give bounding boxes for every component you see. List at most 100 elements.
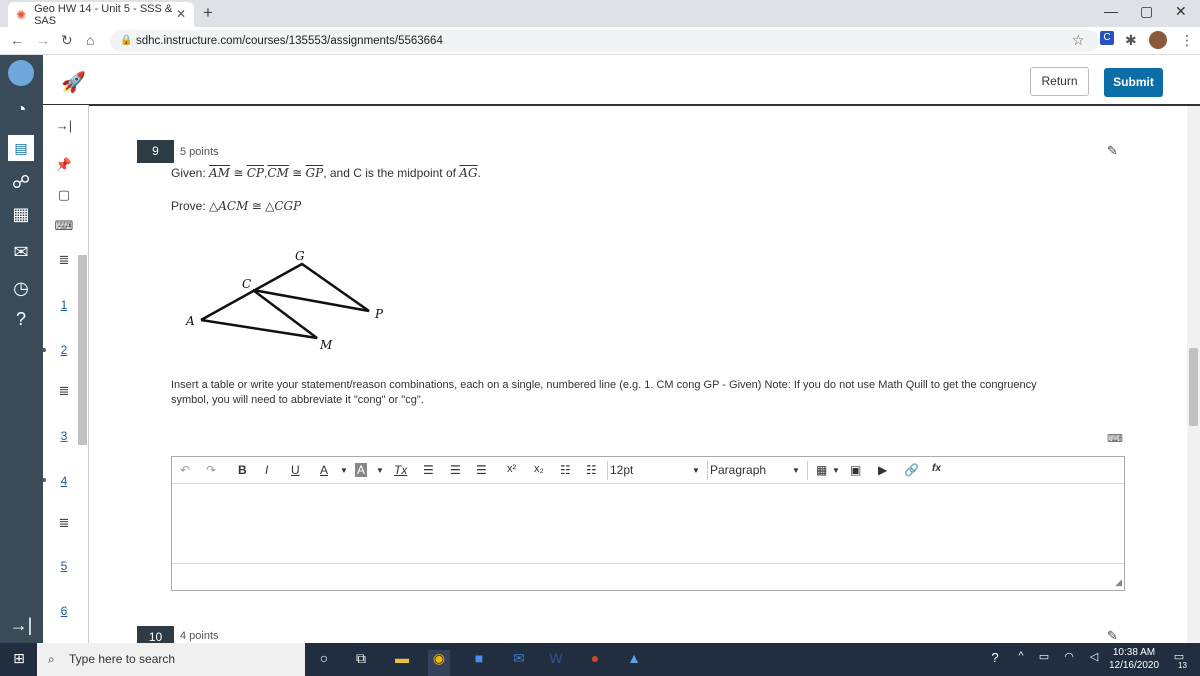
dashboard-icon[interactable]: ◔ xyxy=(8,96,34,122)
file-explorer-icon[interactable]: ▬ xyxy=(391,650,413,666)
photos-icon[interactable]: ▲ xyxy=(623,650,645,666)
question-list-icon[interactable]: ≣ xyxy=(50,383,78,399)
question-nav-item[interactable]: 5 xyxy=(50,559,78,573)
table-caret-icon[interactable]: ▼ xyxy=(832,466,840,475)
question-points: 4 points xyxy=(180,630,219,642)
back-arrow-icon[interactable]: ← xyxy=(10,32,24,48)
question-list-icon[interactable]: ≣ xyxy=(50,252,78,268)
text-color-caret-icon[interactable]: ▼ xyxy=(340,466,348,475)
given-statement: Given: AM ≅ CP,CM ≅ GP, and C is the mid… xyxy=(171,166,481,180)
underline-button[interactable]: U xyxy=(291,463,300,477)
math-equation-button[interactable]: fx xyxy=(932,463,941,474)
url-text: sdhc.instructure.com/courses/135553/assi… xyxy=(136,35,443,47)
submit-button[interactable]: Submit xyxy=(1104,68,1163,97)
search-icon: ⌕ xyxy=(48,652,55,666)
new-tab-button[interactable]: + xyxy=(203,3,213,23)
table-icon[interactable]: ▦ xyxy=(816,463,827,477)
return-button[interactable]: Return xyxy=(1030,67,1089,96)
tray-expand-icon[interactable]: ^ xyxy=(1010,650,1032,662)
redo-icon[interactable]: ↷ xyxy=(206,463,216,477)
minimize-button[interactable]: — xyxy=(1104,3,1118,19)
question-nav-item[interactable]: 4 xyxy=(50,474,78,488)
bookmark-star-icon[interactable]: ☆ xyxy=(1072,32,1085,49)
zoom-icon[interactable]: ■ xyxy=(468,650,490,666)
task-view-icon[interactable]: ⧉ xyxy=(350,650,372,667)
align-right-icon[interactable]: ☰ xyxy=(476,463,487,477)
account-avatar[interactable] xyxy=(8,60,34,86)
canvas-favicon-icon: ✺ xyxy=(16,7,27,22)
question-nav-item[interactable]: 6 xyxy=(50,604,78,618)
help-icon[interactable]: ? xyxy=(8,306,34,332)
link-icon[interactable]: 🔗 xyxy=(904,463,919,477)
mail-icon[interactable]: ✉ xyxy=(508,650,530,667)
font-size-caret-icon[interactable]: ▼ xyxy=(692,466,700,475)
italic-button[interactable]: I xyxy=(265,463,268,477)
editor-toolbar: ↶ ↷ B I U A ▼ A ▼ Tx ☰ ☰ ☰ x² x₂ ☷ ☷ 12p… xyxy=(172,457,1124,484)
system-clock[interactable]: 10:38 AM 12/16/2020 xyxy=(1106,646,1162,672)
extensions-puzzle-icon[interactable]: ✱ xyxy=(1125,32,1137,49)
collapse-nav-icon[interactable]: →| xyxy=(8,612,34,638)
question-list-icon[interactable]: ≣ xyxy=(50,515,78,531)
paragraph-caret-icon[interactable]: ▼ xyxy=(792,466,800,475)
browser-tab-bar: ✺ Geo HW 14 - Unit 5 - SSS & SAS ✕ + — ▢… xyxy=(0,0,1200,27)
home-icon[interactable]: ⌂ xyxy=(86,32,94,48)
superscript-button[interactable]: x² xyxy=(507,463,516,475)
address-bar[interactable]: 🔒 sdhc.instructure.com/courses/135553/as… xyxy=(110,30,1100,52)
expand-nav-icon[interactable]: →| xyxy=(50,118,78,133)
reload-icon[interactable]: ↻ xyxy=(61,32,73,49)
close-window-button[interactable]: ✕ xyxy=(1175,3,1187,20)
maximize-button[interactable]: ▢ xyxy=(1140,3,1153,20)
taskbar-search-box[interactable]: ⌕ Type here to search xyxy=(37,643,305,676)
calculator-icon[interactable]: ▢ xyxy=(50,187,78,203)
image-icon[interactable]: ▣ xyxy=(850,463,861,477)
courses-icon[interactable]: ▤ xyxy=(8,135,34,161)
keyboard-shortcuts-icon[interactable]: ⌨ xyxy=(1107,432,1123,445)
browser-tab[interactable]: ✺ Geo HW 14 - Unit 5 - SSS & SAS ✕ xyxy=(8,2,194,27)
menu-kebab-icon[interactable]: ⋮ xyxy=(1180,32,1194,49)
windows-start-icon[interactable]: ⊞ xyxy=(8,650,30,667)
align-center-icon[interactable]: ☰ xyxy=(450,463,461,477)
question-nav-item[interactable]: 2 xyxy=(50,343,78,357)
inbox-icon[interactable]: ✉ xyxy=(8,239,34,265)
undo-icon[interactable]: ↶ xyxy=(180,463,190,477)
chrome-icon[interactable]: ◉ xyxy=(428,650,450,676)
bold-button[interactable]: B xyxy=(238,463,247,477)
bg-color-button[interactable]: A xyxy=(355,463,368,477)
align-left-icon[interactable]: ☰ xyxy=(423,463,434,477)
flag-question-icon[interactable]: ✎ xyxy=(1107,143,1118,159)
font-size-select[interactable]: 12pt xyxy=(610,463,695,477)
forward-arrow-icon[interactable]: → xyxy=(36,32,50,48)
question-nav-item[interactable]: 3 xyxy=(50,429,78,443)
groups-icon[interactable]: ☍ xyxy=(8,169,34,195)
history-clock-icon[interactable]: ◷ xyxy=(8,275,34,301)
bg-color-caret-icon[interactable]: ▼ xyxy=(376,466,384,475)
calendar-icon[interactable]: ▦ xyxy=(8,201,34,227)
media-icon[interactable]: ▶ xyxy=(878,463,887,477)
cortana-icon[interactable]: ○ xyxy=(313,650,335,666)
tab-close-icon[interactable]: ✕ xyxy=(176,7,186,21)
rocket-icon: 🚀 xyxy=(61,72,86,94)
page-scrollbar-thumb[interactable] xyxy=(1189,348,1198,426)
keyboard-icon[interactable]: ⌨ xyxy=(50,218,78,234)
text-color-button[interactable]: A xyxy=(320,463,328,477)
volume-icon[interactable]: ◁ xyxy=(1083,650,1105,663)
extension-c-icon[interactable]: C xyxy=(1100,31,1114,45)
help-tray-icon[interactable]: ? xyxy=(984,650,1006,665)
profile-avatar[interactable] xyxy=(1149,31,1167,49)
word-icon[interactable]: W xyxy=(545,650,567,666)
wifi-icon[interactable]: ◠ xyxy=(1058,650,1080,663)
global-nav: ◔ ▤ ☍ ▦ ✉ ◷ ? →| xyxy=(0,55,43,643)
clear-format-button[interactable]: Tx xyxy=(394,463,407,477)
resize-handle-icon[interactable]: ◢ xyxy=(1115,577,1122,588)
flag-question-icon[interactable]: ✎ xyxy=(1107,628,1118,644)
paragraph-select[interactable]: Paragraph xyxy=(710,463,800,477)
editor-content-area[interactable] xyxy=(172,485,1124,563)
bullet-list-icon[interactable]: ☷ xyxy=(560,463,571,477)
question-nav-scrollbar[interactable] xyxy=(78,255,87,445)
battery-icon[interactable]: ▭ xyxy=(1033,650,1055,663)
powerpoint-icon[interactable]: ● xyxy=(584,650,606,666)
question-nav-item[interactable]: 1 xyxy=(50,298,78,312)
subscript-button[interactable]: x₂ xyxy=(534,463,544,475)
numbered-list-icon[interactable]: ☷ xyxy=(586,463,597,477)
pin-icon[interactable]: 📌 xyxy=(50,157,78,173)
